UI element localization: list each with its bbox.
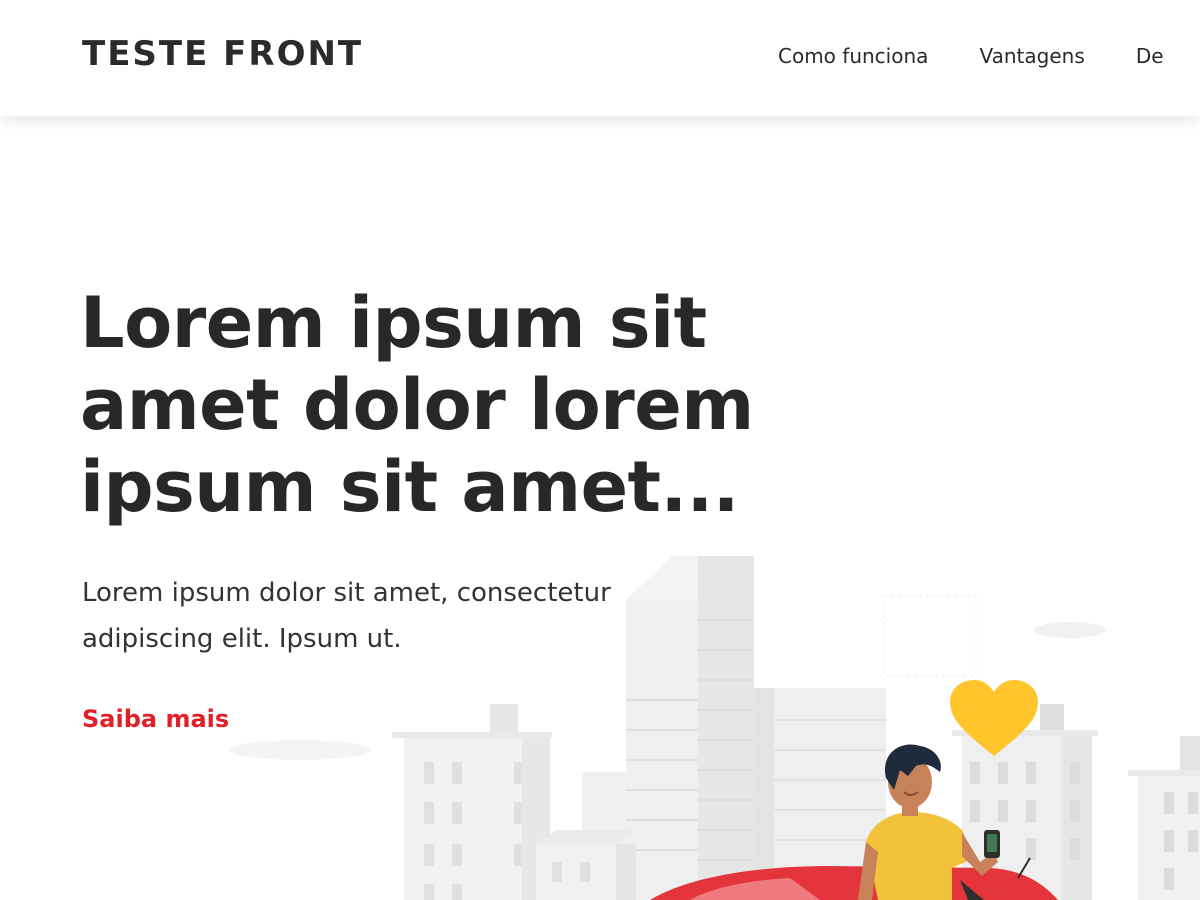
nav-link-truncated[interactable]: De (1136, 43, 1164, 69)
wireframe-decoration (883, 595, 977, 677)
hero-subtitle: Lorem ipsum dolor sit amet, consectetur … (82, 578, 611, 654)
main-nav: Como funciona Vantagens De (778, 43, 1200, 69)
hero-title: Lorem ipsum sit amet dolor lorem ipsum s… (80, 282, 754, 528)
nav-link-vantagens[interactable]: Vantagens (979, 43, 1084, 69)
saiba-mais-link[interactable]: Saiba mais (82, 704, 229, 734)
page: TESTE FRONT Como funciona Vantagens De L… (0, 0, 1200, 900)
building-far-right (1128, 736, 1200, 900)
site-header: TESTE FRONT Como funciona Vantagens De (0, 0, 1200, 116)
building-left (392, 704, 552, 900)
building-small-center (536, 772, 636, 900)
nav-link-como-funciona[interactable]: Como funciona (778, 43, 928, 69)
site-logo[interactable]: TESTE FRONT (82, 34, 363, 74)
